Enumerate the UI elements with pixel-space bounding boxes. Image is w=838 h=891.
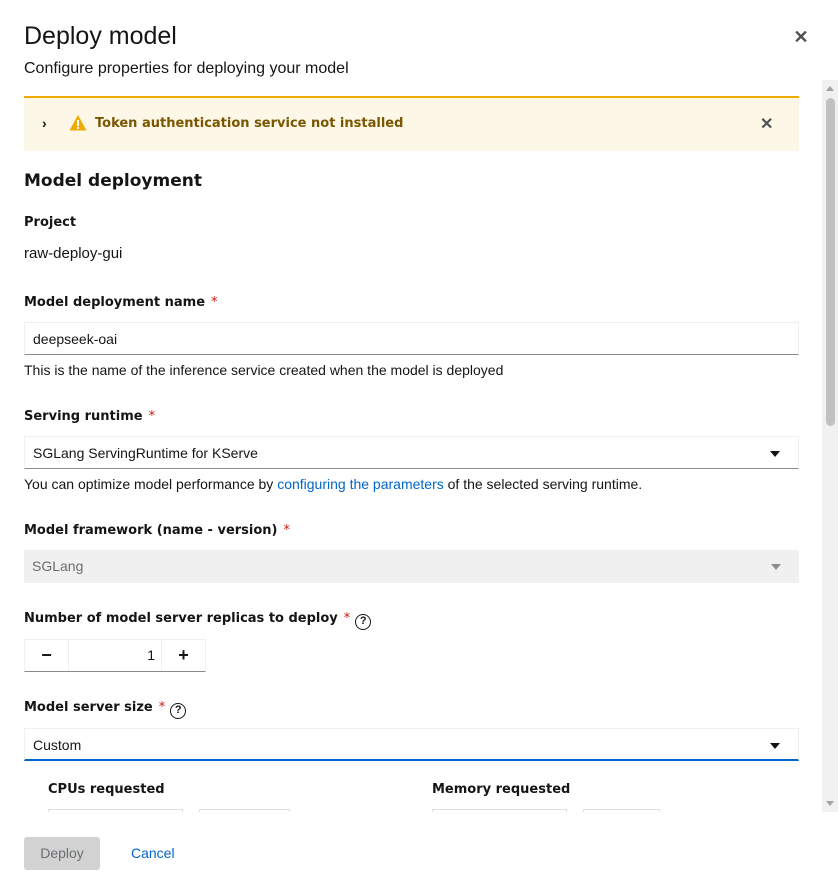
cpus-requested-label: CPUs requested [48, 782, 165, 797]
modal-footer: Deploy Cancel [0, 812, 838, 891]
scroll-down-icon[interactable] [826, 801, 834, 806]
server-size-value: Custom [33, 737, 82, 753]
project-value: raw-deploy-gui [24, 245, 123, 262]
help-icon[interactable]: ? [355, 614, 372, 630]
serving-runtime-value: SGLang ServingRuntime for KServe [33, 445, 258, 461]
section-title: Model deployment [24, 171, 202, 191]
model-framework-select: SGLang [24, 550, 799, 583]
modal-description: Configure properties for deploying your … [24, 60, 349, 77]
increment-button[interactable]: + [161, 640, 205, 671]
scrollbar[interactable] [822, 80, 838, 812]
model-framework-value: SGLang [32, 558, 84, 574]
configure-parameters-link[interactable]: configuring the parameters [277, 476, 444, 492]
model-framework-label: Model framework (name - version) * [24, 523, 290, 538]
warning-icon [69, 115, 87, 131]
decrement-button[interactable]: − [25, 640, 69, 671]
required-marker: * [343, 611, 351, 626]
deployment-name-label: Model deployment name * [24, 295, 218, 310]
replicas-stepper: − 1 + [24, 639, 206, 672]
modal-body: › Token authentication service not insta… [0, 80, 838, 812]
scroll-up-icon[interactable] [826, 86, 834, 91]
help-icon[interactable]: ? [170, 703, 187, 719]
required-marker: * [148, 409, 156, 424]
caret-down-icon [770, 743, 780, 749]
deployment-name-input[interactable]: deepseek-oai [24, 322, 799, 355]
alert-close-icon[interactable]: ✕ [760, 114, 773, 134]
alert-title: Token authentication service not install… [95, 116, 404, 131]
warning-alert: › Token authentication service not insta… [24, 96, 799, 151]
chevron-right-icon[interactable]: › [42, 115, 47, 131]
caret-down-icon [770, 451, 780, 457]
memory-requested-label: Memory requested [432, 782, 571, 797]
required-marker: * [211, 295, 218, 310]
serving-runtime-helper: You can optimize model performance by co… [24, 476, 643, 492]
replicas-input[interactable]: 1 [69, 640, 163, 671]
serving-runtime-select[interactable]: SGLang ServingRuntime for KServe [24, 436, 799, 469]
close-icon[interactable]: ✕ [792, 28, 810, 46]
server-size-select[interactable]: Custom [24, 728, 799, 761]
deployment-name-helper: This is the name of the inference servic… [24, 362, 504, 378]
modal-title: Deploy model [24, 22, 177, 50]
required-marker: * [158, 700, 166, 715]
required-marker: * [283, 523, 291, 538]
project-label: Project [24, 215, 77, 230]
server-size-label: Model server size *? [24, 700, 187, 719]
deploy-button[interactable]: Deploy [24, 837, 100, 870]
replicas-label: Number of model server replicas to deplo… [24, 611, 372, 630]
serving-runtime-label: Serving runtime * [24, 409, 156, 424]
caret-down-icon [771, 564, 781, 570]
cancel-button[interactable]: Cancel [131, 845, 175, 861]
scrollbar-thumb[interactable] [826, 98, 835, 426]
